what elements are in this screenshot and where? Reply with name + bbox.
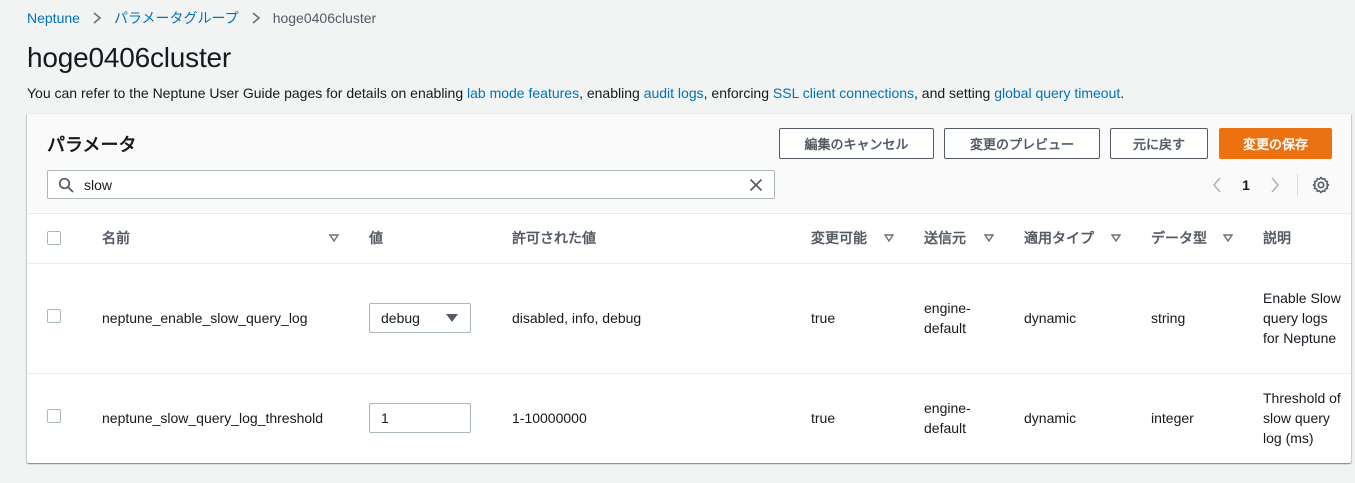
row-checkbox[interactable]: [47, 409, 61, 424]
header-label: 送信元: [924, 230, 966, 247]
header-label: データ型: [1151, 230, 1207, 247]
parameters-table: 名前 値 許可された値 変更可能 送信元 適用タイプ データ型 説明 neptu…: [27, 214, 1351, 463]
desc-text: You can refer to the Neptune User Guide …: [27, 85, 467, 101]
param-source: engine-default: [904, 263, 1004, 374]
pagination: 1: [1207, 173, 1330, 197]
value-input[interactable]: [369, 403, 471, 434]
close-icon[interactable]: [748, 177, 764, 193]
row-select-cell: [27, 263, 82, 374]
chevron-right-icon: [92, 12, 102, 24]
divider: [1297, 174, 1298, 196]
caret-down-icon: [884, 234, 894, 243]
search-input[interactable]: [74, 171, 748, 198]
table-row: neptune_enable_slow_query_log debug disa…: [27, 263, 1351, 374]
header-label: 変更可能: [811, 230, 867, 247]
search-icon: [58, 177, 74, 193]
param-name: neptune_enable_slow_query_log: [82, 263, 349, 374]
header-source[interactable]: 送信元: [904, 214, 1004, 264]
search-box: [47, 170, 775, 199]
param-data-type: integer: [1151, 410, 1194, 427]
param-description: Enable Slow query logs for Neptune: [1243, 263, 1351, 374]
page-title: hoge0406cluster: [27, 42, 232, 73]
value-select-label: debug: [381, 310, 420, 326]
param-value-cell: debug: [349, 263, 492, 374]
breadcrumb-parameter-groups[interactable]: パラメータグループ: [114, 8, 239, 28]
desc-text: , and setting: [914, 85, 995, 101]
breadcrumb-neptune[interactable]: Neptune: [27, 10, 80, 26]
panel-header: パラメータ 編集のキャンセル 変更のプレビュー 元に戻す 変更の保存 1: [27, 114, 1351, 214]
table-header-row: 名前 値 許可された値 変更可能 送信元 適用タイプ データ型 説明: [27, 214, 1351, 264]
param-allowed: disabled, info, debug: [492, 263, 791, 374]
param-apply-type: dynamic: [1004, 263, 1131, 374]
link-global-query-timeout[interactable]: global query timeout: [994, 85, 1120, 101]
header-apply-type[interactable]: 適用タイプ: [1004, 214, 1131, 264]
header-value: 値: [349, 214, 492, 264]
header-label: 適用タイプ: [1024, 230, 1094, 247]
param-modifiable: true: [811, 410, 836, 427]
caret-down-icon: [446, 314, 458, 322]
page-description: You can refer to the Neptune User Guide …: [27, 85, 1124, 101]
preview-changes-button[interactable]: 変更のプレビュー: [944, 128, 1100, 159]
param-description: Threshold of slow query log (ms): [1263, 390, 1341, 447]
header-allowed: 許可された値: [492, 214, 791, 264]
select-all-header: [27, 214, 82, 264]
select-all-checkbox[interactable]: [47, 231, 61, 246]
chevron-right-icon[interactable]: [1265, 173, 1285, 197]
header-data-type[interactable]: データ型: [1131, 214, 1243, 264]
chevron-right-icon: [251, 12, 261, 24]
param-name: neptune_slow_query_log_threshold: [102, 410, 324, 427]
param-data-type: string: [1131, 263, 1243, 374]
panel-title: パラメータ: [47, 135, 137, 155]
revert-button[interactable]: 元に戻す: [1110, 128, 1208, 159]
link-ssl-client-connections[interactable]: SSL client connections: [773, 85, 914, 101]
breadcrumb: Neptune パラメータグループ hoge0406cluster: [27, 9, 376, 27]
desc-text: , enforcing: [703, 85, 773, 101]
caret-down-icon: [1223, 234, 1233, 243]
desc-text: , enabling: [579, 85, 644, 101]
caret-down-icon: [1111, 234, 1121, 243]
gear-icon[interactable]: [1312, 176, 1330, 194]
row-checkbox[interactable]: [47, 309, 61, 323]
table-row: neptune_slow_query_log_threshold 1-10000…: [27, 373, 1351, 463]
row-select-cell: [27, 373, 82, 463]
header-label: 許可された値: [512, 230, 596, 247]
chevron-left-icon[interactable]: [1207, 173, 1227, 197]
link-lab-mode-features[interactable]: lab mode features: [467, 85, 579, 101]
link-audit-logs[interactable]: audit logs: [644, 85, 704, 101]
breadcrumb-current: hoge0406cluster: [272, 10, 377, 26]
header-label: 説明: [1263, 230, 1291, 247]
header-modifiable[interactable]: 変更可能: [791, 214, 904, 264]
cancel-edit-button[interactable]: 編集のキャンセル: [779, 128, 934, 159]
header-name[interactable]: 名前: [82, 214, 349, 264]
header-label: 名前: [102, 230, 130, 247]
header-description: 説明: [1243, 214, 1351, 264]
parameters-panel: パラメータ 編集のキャンセル 変更のプレビュー 元に戻す 変更の保存 1: [27, 113, 1351, 463]
save-changes-button[interactable]: 変更の保存: [1219, 128, 1332, 159]
param-modifiable: true: [791, 263, 904, 374]
param-source: engine-default: [924, 400, 971, 437]
caret-down-icon: [984, 234, 994, 243]
page-number[interactable]: 1: [1227, 177, 1265, 193]
param-allowed: 1-10000000: [512, 410, 587, 427]
param-apply-type: dynamic: [1024, 410, 1077, 427]
desc-text: .: [1120, 85, 1125, 101]
caret-down-icon: [329, 234, 339, 243]
header-label: 値: [369, 230, 383, 247]
param-value-cell: [349, 373, 492, 463]
value-select[interactable]: debug: [369, 303, 471, 333]
